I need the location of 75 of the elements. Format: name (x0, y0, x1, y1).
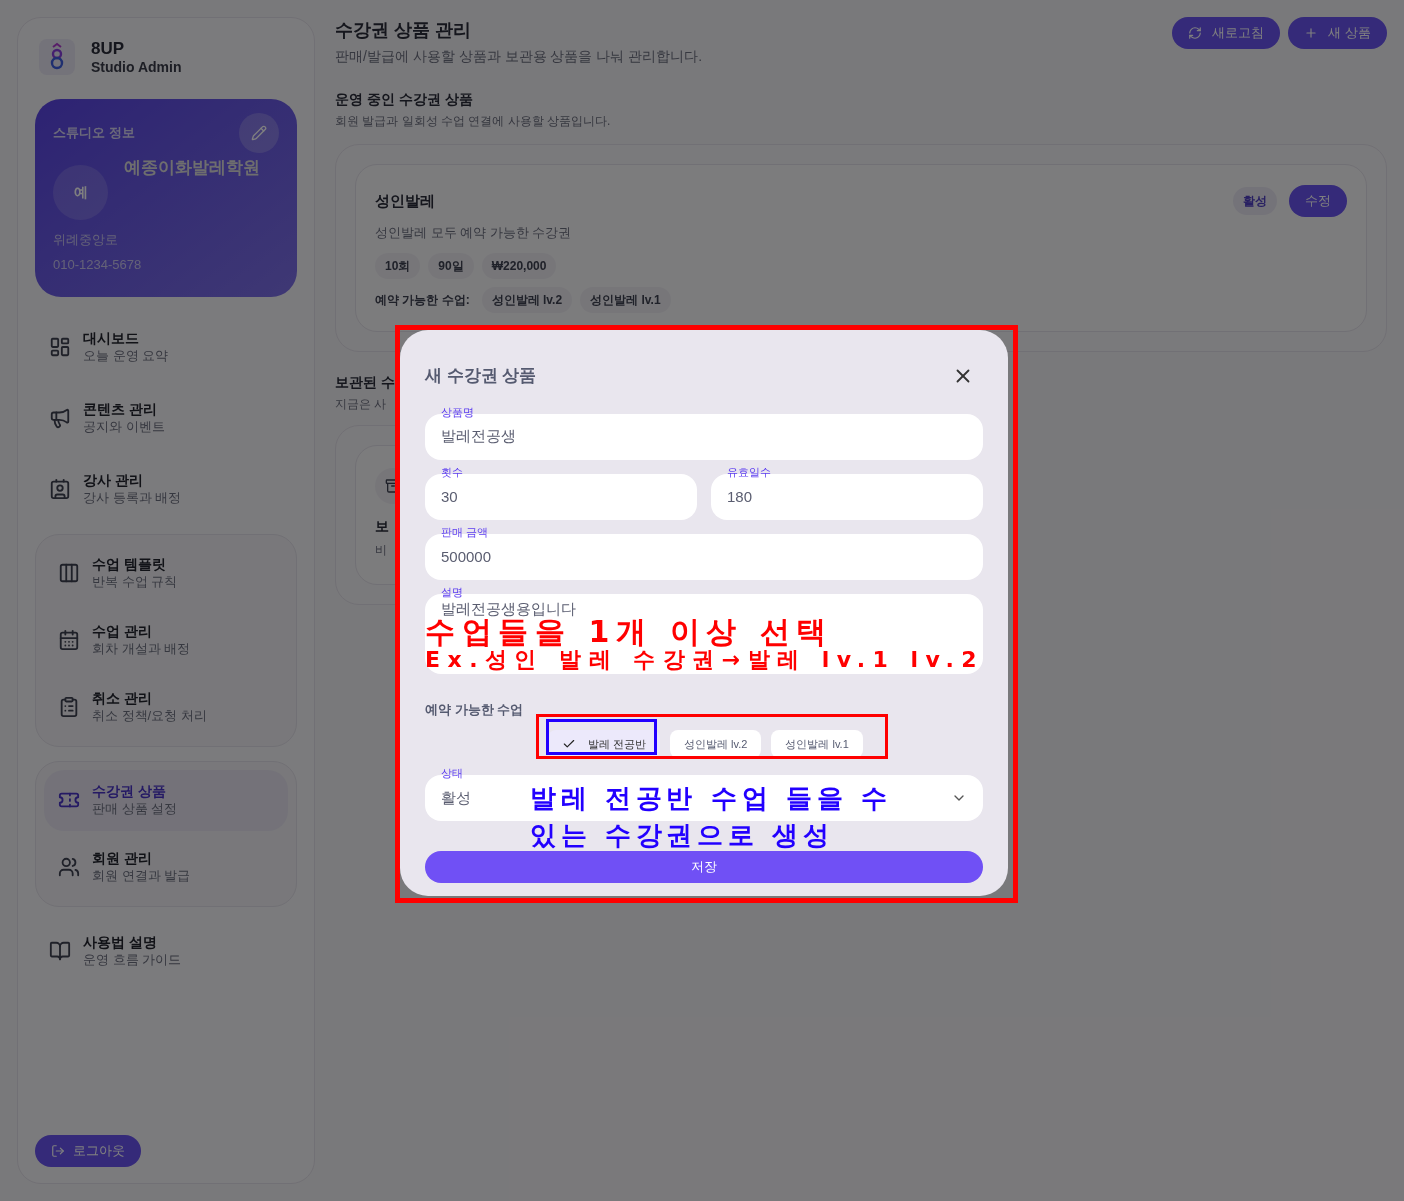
nav-item[interactable]: 수업 템플릿 반복 수업 규칙 (44, 542, 288, 604)
nav-title: 수업 템플릿 (92, 556, 167, 574)
columns-icon (58, 562, 80, 585)
refresh-icon (1188, 26, 1203, 40)
class-tag: 성인발레 lv.2 (481, 286, 573, 313)
nav-title: 사용법 설명 (83, 934, 158, 952)
nav-item[interactable]: 대시보드 오늘 운영 요약 (35, 316, 297, 378)
section-title: 보관된 수 (335, 372, 395, 392)
nav-item[interactable]: 수강권 상품 판매 상품 설정 (44, 769, 288, 831)
nav-subtitle: 반복 수업 규칙 (92, 573, 178, 591)
megaphone-icon (49, 407, 71, 430)
id-card-icon (49, 478, 71, 501)
nav-title: 취소 관리 (92, 690, 153, 708)
annotation-note: 있는 수강권으로 생성 (530, 822, 834, 849)
nav-subtitle: 오늘 운영 요약 (83, 347, 169, 365)
studio-name: 예종이화발레학원 (124, 156, 260, 179)
nav-item[interactable]: 취소 관리 취소 정책/요청 처리 (44, 676, 288, 738)
card-heading: 스튜디오 정보 (53, 124, 135, 142)
clipboard-icon (58, 696, 80, 719)
annotation-note: 수업들을 1개 이상 선택 (425, 616, 833, 647)
page-subtitle: 판매/발급에 사용할 상품과 보관용 상품을 나눠 관리합니다. (335, 47, 703, 66)
nav-item[interactable]: 강사 관리 강사 등록과 배정 (35, 458, 297, 520)
archived-title: 보 (375, 516, 389, 536)
refresh-button[interactable]: 새로고침 (1172, 17, 1281, 49)
edit-button[interactable]: 수정 (1289, 185, 1347, 217)
product-tag: 10회 (375, 252, 421, 279)
product-name: 성인발레 (375, 190, 435, 211)
product-description: 성인발레 모두 예약 가능한 수강권 (375, 224, 573, 242)
annotation-note: 발레 전공반 수업 들을 수 (530, 782, 892, 815)
product-tag: 90일 (428, 252, 474, 279)
nav-subtitle: 회차 개설과 배정 (92, 640, 191, 658)
nav-title: 대시보드 (83, 330, 140, 348)
page-title: 수강권 상품 관리 (335, 19, 472, 42)
classes-label: 예약 가능한 수업: (375, 291, 470, 309)
nav-item[interactable]: 사용법 설명 운영 흐름 가이드 (35, 920, 297, 982)
classes-label: 예약 가능한 수업 (425, 700, 525, 719)
logo-icon (39, 39, 75, 76)
nav-title: 수업 관리 (92, 623, 153, 641)
save-button[interactable]: 저장 (425, 851, 983, 883)
class-chip[interactable]: 성인발레 lv.2 (670, 730, 762, 758)
nav-title: 콘텐츠 관리 (83, 401, 158, 419)
calendar-icon (58, 629, 80, 652)
nav-subtitle: 회원 연결과 발급 (92, 867, 191, 885)
section-subtitle: 회원 발급과 일회성 수업 연결에 사용할 상품입니다. (335, 113, 612, 130)
logout-button[interactable]: 로그아웃 (35, 1135, 141, 1167)
nav-subtitle: 운영 흐름 가이드 (83, 951, 182, 969)
archived-text: 비 (375, 541, 387, 559)
nav-title: 강사 관리 (83, 472, 144, 490)
nav-subtitle: 판매 상품 설정 (92, 800, 178, 818)
logout-icon (51, 1144, 65, 1158)
nav-subtitle: 공지와 이벤트 (83, 418, 165, 436)
brand-subtitle: Studio Admin (91, 59, 182, 77)
dashboard-icon (49, 336, 71, 359)
section-subtitle: 지금은 사 (335, 395, 387, 413)
check-icon (562, 737, 576, 751)
nav-item[interactable]: 회원 관리 회원 연결과 발급 (44, 836, 288, 898)
status-badge: 활성 (1233, 187, 1277, 215)
section-title: 운영 중인 수강권 상품 (335, 90, 474, 109)
book-icon (49, 940, 71, 963)
nav-item[interactable]: 콘텐츠 관리 공지와 이벤트 (35, 387, 297, 449)
product-tag: ₩220,000 (481, 252, 557, 279)
nav-title: 수강권 상품 (92, 783, 167, 801)
class-tag: 성인발레 lv.1 (580, 286, 671, 313)
pencil-icon (251, 124, 267, 141)
nav-item[interactable]: 수업 관리 회차 개설과 배정 (44, 609, 288, 671)
brand-name: 8UP (91, 38, 126, 60)
people-icon (58, 856, 80, 879)
plus-icon (1304, 26, 1319, 40)
nav-title: 회원 관리 (92, 850, 153, 868)
dialog-title: 새 수강권 상품 (425, 365, 537, 387)
nav-subtitle: 취소 정책/요청 처리 (92, 707, 207, 725)
class-chip[interactable]: 성인발레 lv.1 (771, 730, 863, 758)
nav-subtitle: 강사 등록과 배정 (83, 489, 182, 507)
annotation-note: Ex.성인 발레 수강권→발레 lv.1 lv.2 (425, 646, 985, 673)
new-product-button[interactable]: 새 상품 (1288, 17, 1387, 49)
